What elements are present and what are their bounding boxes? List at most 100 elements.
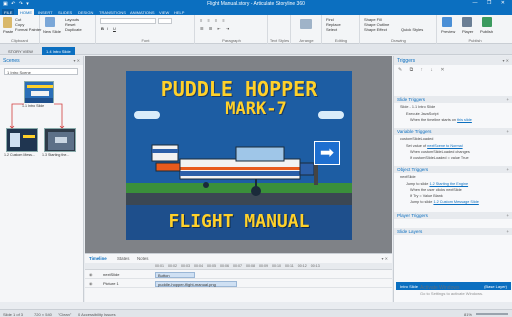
font-name-field[interactable] [100, 18, 156, 24]
variable-triggers-header[interactable]: Variable Triggers + [394, 128, 512, 135]
trigger-action[interactable]: Jump to slide 1.2 Custom Message Slide [410, 200, 479, 204]
preview-icon[interactable] [442, 17, 452, 27]
timeline-panel: Timeline States Notes ▾ ✕ 00:01 00:02 00… [85, 253, 392, 302]
shape-effect-button[interactable]: Shape Effect [364, 27, 387, 32]
timeline-ruler: 00:01 00:02 00:03 00:04 00:05 00:06 00:0… [85, 263, 392, 270]
font-label: Font [141, 38, 150, 43]
tab-timeline[interactable]: Timeline [89, 256, 107, 261]
font-group: B I U Font [97, 15, 195, 44]
panel-controls-icon[interactable]: ▾ ✕ [74, 58, 80, 63]
triggers-panel: Triggers ▾ ✕ ✎ ⧉ ↑ ↓ ✕ Slide Triggers + S… [393, 56, 512, 302]
timeline-row-name: nextSlide [103, 272, 120, 277]
scene-thumb-3[interactable] [44, 128, 76, 152]
quick-styles-button[interactable]: Quick Styles [401, 27, 423, 32]
text-styles-group: Text Styles [269, 15, 291, 44]
add-icon[interactable]: + [506, 129, 509, 134]
activate-windows-watermark: Activate Windows Go to Settings to activ… [420, 285, 484, 296]
timeline-bar[interactable]: puddle-hopper-flight-manual.png [155, 281, 237, 287]
scene-thumb-3-caption: 1.3 Starting the... [42, 153, 70, 157]
trigger-when: When the user clicks nextSlide [410, 188, 462, 192]
arrange-icon[interactable] [300, 19, 312, 29]
format-painter-button[interactable]: Format Painter [15, 27, 41, 32]
object-section: nextSlide [400, 175, 416, 179]
slide-group: New Slide Layouts Reset Duplicate [41, 15, 96, 44]
object-triggers-header[interactable]: Object Triggers + [394, 166, 512, 173]
tab-current-slide[interactable]: 1.4 Intro Slide [42, 47, 75, 55]
bold-icon[interactable]: B [101, 26, 104, 31]
timeline-row-name: Picture 1 [103, 281, 119, 286]
slide-title-line1: PUDDLE HOPPER [160, 77, 318, 101]
scene-dropdown-value: 1 Intro Scene [7, 70, 31, 75]
base-layer-name: Intro Slide [400, 284, 419, 289]
add-icon[interactable]: + [506, 97, 509, 102]
trigger-action[interactable]: Set value of nextScene to Normal [406, 144, 463, 148]
slide-stage[interactable]: PUDDLE HOPPER MARK-7 ➡ FLIGHT MANUAL [126, 71, 352, 240]
clipboard-group: Paste Cut Copy Format Painter Clipboard [0, 15, 41, 44]
text-styles-label: Text Styles [269, 38, 290, 43]
thumb-title-bar [27, 85, 53, 88]
scene-thumb-2[interactable] [6, 128, 38, 152]
clipboard-label: Clipboard [10, 38, 29, 43]
accessibility-status[interactable]: 0 Accessibility Issues [78, 312, 116, 317]
italic-icon[interactable]: I [107, 26, 108, 31]
align-icons[interactable]: ≡ ≡ ≡ ≡ [200, 18, 227, 23]
panel-controls-icon[interactable]: ▾ ✕ [382, 256, 388, 261]
timeline-bar[interactable]: Button [155, 272, 195, 278]
player-button[interactable]: Player [462, 29, 473, 34]
underline-icon[interactable]: U [113, 26, 116, 31]
window-title: Flight Manual.story - Articulate Storyli… [207, 1, 305, 7]
triggers-title: Triggers [397, 58, 416, 64]
cloud-left [134, 111, 160, 119]
tab-states[interactable]: States [117, 256, 129, 261]
thumb-figure [10, 133, 20, 147]
panel-controls-icon[interactable]: ▾ ✕ [503, 58, 509, 63]
scene-connector-arrows [9, 103, 65, 129]
add-icon[interactable]: + [506, 167, 509, 172]
zoom-level[interactable]: 81% [464, 312, 472, 317]
paragraph-group: ≡ ≡ ≡ ≡ ☰ ☰ ⇤ ⇥ Paragraph [196, 15, 268, 44]
slide-footer-title: FLIGHT MANUAL [168, 211, 310, 232]
trigger-action[interactable]: Execute JavaScript [406, 112, 439, 116]
view-tabs: STORY VIEW 1.4 Intro Slide [0, 44, 512, 55]
add-icon[interactable]: + [506, 213, 509, 218]
player-icon[interactable] [462, 17, 472, 27]
drawing-group: Shape Fill Shape Outline Shape Effect Qu… [361, 15, 437, 44]
select-button[interactable]: Select [326, 27, 337, 32]
slide-count: Slide 1 of 3 [3, 312, 24, 317]
slide-size: 720 × 540 [34, 312, 52, 317]
ribbon-tab-bar: FILE HOME INSERT SLIDES DESIGN TRANSITIO… [0, 8, 512, 15]
add-icon[interactable]: + [506, 229, 509, 234]
duplicate-button[interactable]: Duplicate [65, 27, 82, 32]
eye-icon[interactable]: ◉ [89, 272, 93, 277]
slide-layers-header[interactable]: Slide Layers + [394, 228, 512, 235]
list-icons[interactable]: ☰ ☰ ⇤ ⇥ [200, 26, 231, 31]
triggers-header: Triggers ▾ ✕ [394, 56, 512, 65]
slide-triggers-header[interactable]: Slide Triggers + [394, 96, 512, 103]
trigger-toolbar-icons[interactable]: ✎ ⧉ ↑ ↓ ✕ [398, 67, 448, 73]
font-size-field[interactable] [158, 18, 172, 24]
timeline-row[interactable]: ◉ Picture 1 puddle-hopper-flight-manual.… [85, 280, 392, 288]
player-triggers-header[interactable]: Player Triggers + [394, 212, 512, 219]
editing-group: Find Replace Select Editing [323, 15, 360, 44]
publish-button[interactable]: Publish [480, 29, 493, 34]
zoom-slider[interactable] [476, 313, 508, 315]
eye-icon[interactable]: ◉ [89, 281, 93, 286]
next-slide-button[interactable]: ➡ [314, 141, 340, 165]
publish-icon[interactable] [482, 17, 492, 27]
thumb-panel [55, 137, 67, 143]
new-slide-icon[interactable] [45, 17, 55, 27]
cloud-right [318, 111, 344, 119]
tab-notes[interactable]: Notes [137, 256, 148, 261]
trigger-action[interactable]: Jump to slide 1.2 Starting the Engine [406, 182, 468, 186]
new-slide-button[interactable]: New Slide [43, 29, 61, 34]
paste-icon[interactable] [3, 17, 12, 28]
thumb-text [23, 135, 35, 138]
scene-dropdown[interactable]: 1 Intro Scene [4, 68, 78, 75]
trigger-when: When the timeline starts on this slide [410, 118, 472, 122]
paste-button[interactable]: Paste [3, 29, 13, 34]
variable-section: customSlideLoaded [400, 137, 434, 141]
preview-button[interactable]: Preview [441, 29, 455, 34]
window-controls[interactable]: — ❐ ✕ [473, 0, 509, 6]
timeline-row[interactable]: ◉ nextSlide Button [85, 271, 392, 279]
tab-story-view[interactable]: STORY VIEW [4, 47, 37, 55]
